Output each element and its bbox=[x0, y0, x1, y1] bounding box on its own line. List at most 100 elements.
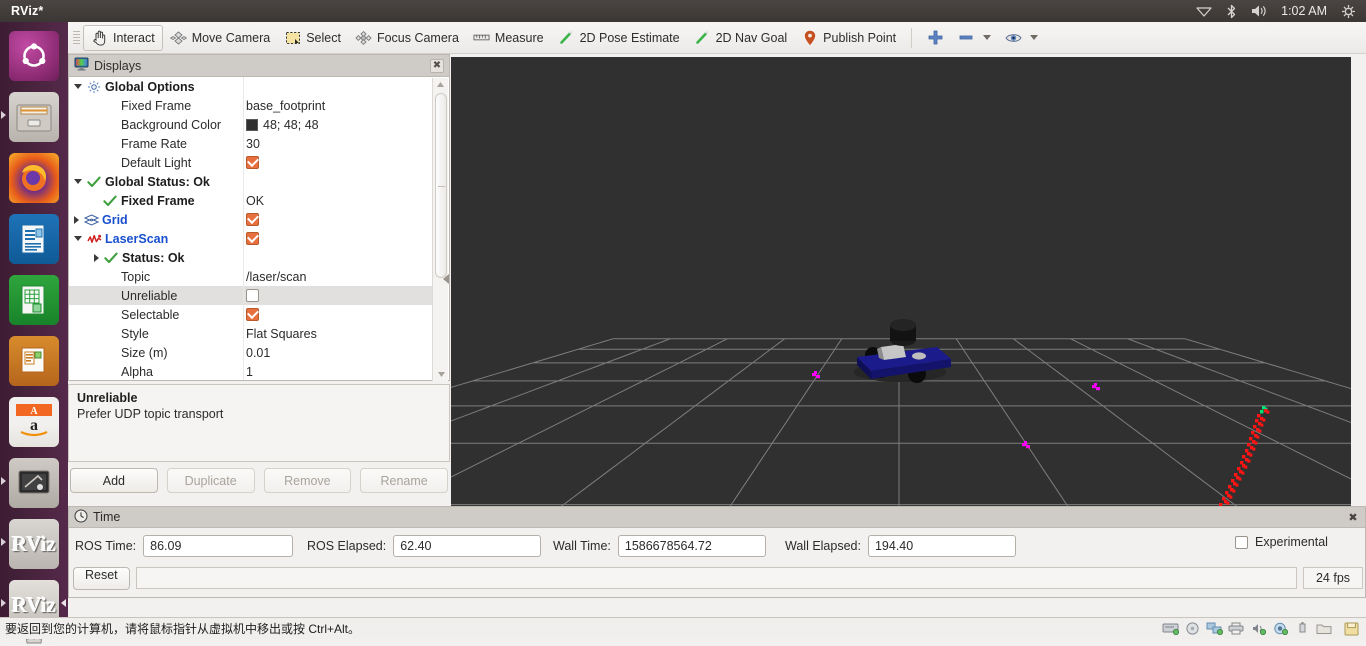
tool-measure[interactable]: Measure bbox=[466, 25, 551, 51]
usb-icon[interactable] bbox=[1293, 621, 1311, 636]
camera-icon[interactable] bbox=[1271, 621, 1289, 636]
wall-elapsed-field[interactable]: 194.40 bbox=[868, 535, 1016, 557]
display-row-value[interactable]: base_footprint bbox=[243, 96, 433, 115]
display-tree-row[interactable]: LaserScan bbox=[69, 229, 433, 248]
time-slider[interactable] bbox=[136, 567, 1297, 589]
wall-time-field[interactable]: 1586678564.72 bbox=[618, 535, 766, 557]
floppy-icon[interactable] bbox=[1342, 621, 1360, 636]
wifi-icon[interactable] bbox=[1195, 4, 1212, 19]
ros-time-field[interactable]: 86.09 bbox=[143, 535, 293, 557]
tool-label: Publish Point bbox=[823, 31, 896, 45]
sound-icon[interactable] bbox=[1249, 621, 1267, 636]
display-row-value[interactable]: /laser/scan bbox=[243, 267, 433, 286]
display-value-checkbox[interactable] bbox=[246, 156, 259, 169]
display-row-value[interactable]: 0.01 bbox=[243, 343, 433, 362]
launcher-item-libreoffice-calc[interactable] bbox=[9, 275, 59, 325]
displays-tree[interactable]: Global Options Fixed Frame base_footprintB… bbox=[69, 77, 433, 380]
display-value-checkbox[interactable] bbox=[246, 213, 259, 226]
launcher-item-files[interactable] bbox=[9, 92, 59, 142]
tool-2d-pose-estimate[interactable]: 2D Pose Estimate bbox=[551, 25, 687, 51]
display-tree-row[interactable]: Frame Rate30 bbox=[69, 134, 433, 153]
reset-button[interactable]: Reset bbox=[73, 567, 130, 590]
expand-arrow-down-icon[interactable] bbox=[74, 236, 82, 241]
display-row-value[interactable]: 30 bbox=[243, 134, 433, 153]
add-tool-button[interactable] bbox=[920, 25, 951, 51]
network-icon[interactable] bbox=[1205, 621, 1223, 636]
expand-arrow-right-icon[interactable] bbox=[74, 216, 79, 224]
display-row-value[interactable] bbox=[243, 172, 433, 191]
experimental-checkbox[interactable] bbox=[1235, 536, 1248, 549]
map-pin-icon bbox=[801, 29, 818, 46]
3d-viewport[interactable] bbox=[451, 57, 1351, 539]
display-tree-row[interactable]: Default Light bbox=[69, 153, 433, 172]
display-tree-row[interactable]: Selectable bbox=[69, 305, 433, 324]
hard-disk-icon[interactable] bbox=[1161, 621, 1179, 636]
expand-arrow-right-icon[interactable] bbox=[94, 254, 99, 262]
tool-publish-point[interactable]: Publish Point bbox=[794, 25, 903, 51]
tool-focus-camera[interactable]: Focus Camera bbox=[348, 25, 466, 51]
power-gear-icon[interactable] bbox=[1340, 4, 1357, 19]
add-button[interactable]: Add bbox=[70, 468, 158, 493]
display-tree-row[interactable]: Alpha 1 bbox=[69, 362, 433, 380]
display-row-value[interactable] bbox=[243, 286, 433, 305]
display-value-text: 1 bbox=[246, 365, 253, 379]
tool-interact[interactable]: Interact bbox=[83, 25, 163, 51]
expand-arrow-down-icon[interactable] bbox=[74, 84, 82, 89]
display-value-checkbox[interactable] bbox=[246, 289, 259, 302]
display-row-value[interactable]: 48; 48; 48 bbox=[243, 115, 433, 134]
launcher-item-firefox[interactable] bbox=[9, 153, 59, 203]
tool-select[interactable]: Select bbox=[277, 25, 348, 51]
chevron-down-icon[interactable] bbox=[1030, 35, 1038, 40]
launcher-item-rviz-1[interactable]: RViz bbox=[9, 519, 59, 569]
tool-properties-button[interactable] bbox=[998, 25, 1045, 51]
viewport-scene bbox=[451, 57, 1351, 539]
collapse-arrow-icon[interactable] bbox=[443, 274, 449, 284]
ros-elapsed-field[interactable]: 62.40 bbox=[393, 535, 541, 557]
bluetooth-icon[interactable] bbox=[1223, 4, 1240, 19]
tool-move-camera[interactable]: Move Camera bbox=[163, 25, 278, 51]
expand-arrow-down-icon[interactable] bbox=[74, 179, 82, 184]
displays-tree-container: Global Options Fixed Frame base_footprintB… bbox=[68, 76, 450, 381]
display-tree-row[interactable]: Fixed FrameOK bbox=[69, 191, 433, 210]
display-row-value[interactable]: 1 bbox=[243, 362, 433, 380]
folder-icon[interactable] bbox=[1315, 621, 1333, 636]
display-row-value[interactable]: OK bbox=[243, 191, 433, 210]
display-row-value[interactable]: Flat Squares bbox=[243, 324, 433, 343]
display-tree-row[interactable]: Topic/laser/scan bbox=[69, 267, 433, 286]
printer-icon[interactable] bbox=[1227, 621, 1245, 636]
display-row-left: Alpha bbox=[69, 362, 243, 380]
display-tree-row[interactable]: StyleFlat Squares bbox=[69, 324, 433, 343]
clock[interactable]: 1:02 AM bbox=[1279, 4, 1329, 18]
display-tree-row[interactable]: Grid bbox=[69, 210, 433, 229]
display-tree-row[interactable]: Fixed Frame base_footprint bbox=[69, 96, 433, 115]
display-row-value[interactable] bbox=[243, 77, 433, 96]
display-tree-row[interactable]: Status: Ok bbox=[69, 248, 433, 267]
display-value-checkbox[interactable] bbox=[246, 232, 259, 245]
volume-icon[interactable] bbox=[1251, 4, 1268, 19]
vmware-status-bar: 要返回到您的计算机，请将鼠标指针从虚拟机中移出或按 Ctrl+Alt。 bbox=[0, 617, 1366, 639]
display-value-checkbox[interactable] bbox=[246, 308, 259, 321]
launcher-item-libreoffice-impress[interactable] bbox=[9, 336, 59, 386]
display-tree-row[interactable]: Unreliable bbox=[69, 286, 433, 305]
display-row-value[interactable] bbox=[243, 305, 433, 324]
launcher-item-ubuntu-dash[interactable] bbox=[9, 31, 59, 81]
launcher-item-software-center[interactable] bbox=[9, 458, 59, 508]
tool-2d-nav-goal[interactable]: 2D Nav Goal bbox=[687, 25, 795, 51]
display-tree-row[interactable]: Background Color48; 48; 48 bbox=[69, 115, 433, 134]
launcher-item-libreoffice-writer[interactable] bbox=[9, 214, 59, 264]
close-icon[interactable]: ✖ bbox=[1346, 510, 1360, 524]
remove-tool-button[interactable] bbox=[951, 25, 998, 51]
chevron-down-icon[interactable] bbox=[983, 35, 991, 40]
display-row-label: Fixed Frame bbox=[121, 99, 191, 113]
display-row-value[interactable] bbox=[243, 248, 433, 267]
display-row-value[interactable] bbox=[243, 210, 433, 229]
display-tree-row[interactable]: Global Options bbox=[69, 77, 433, 96]
display-tree-row[interactable]: Size (m)0.01 bbox=[69, 343, 433, 362]
display-row-value[interactable] bbox=[243, 153, 433, 172]
cd-icon[interactable] bbox=[1183, 621, 1201, 636]
display-row-label: Alpha bbox=[121, 365, 153, 379]
toolbar-grip[interactable] bbox=[72, 27, 81, 49]
launcher-item-amazon[interactable]: A a bbox=[9, 397, 59, 447]
display-tree-row[interactable]: Global Status: Ok bbox=[69, 172, 433, 191]
display-row-value[interactable] bbox=[243, 229, 433, 248]
